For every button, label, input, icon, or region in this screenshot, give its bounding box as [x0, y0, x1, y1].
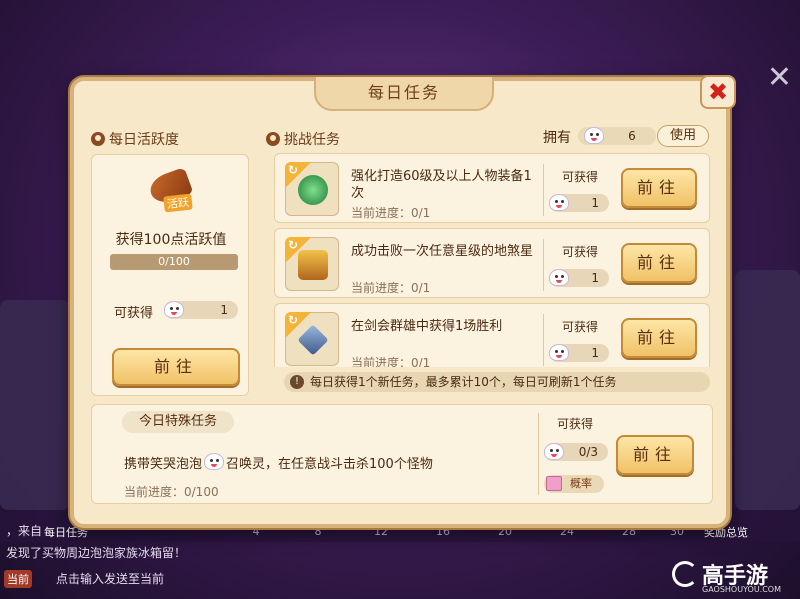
ghost-token-icon — [547, 268, 571, 288]
activity-heading-label: 每日活跃度 — [109, 132, 179, 148]
task-divider — [543, 164, 544, 216]
refresh-icon[interactable]: ↻ — [288, 163, 298, 177]
activity-box: 活跃 获得100点活跃值 0/100 可获得 1 前往 — [91, 154, 249, 396]
chance-badge: 概率 — [544, 475, 604, 493]
special-desc-after: 召唤灵，在任意战斗击杀100个怪物 — [226, 456, 433, 472]
panel-title: 每日任务 — [314, 77, 494, 111]
special-task-box: 今日特殊任务 携带笑哭泡泡 召唤灵，在任意战斗击杀100个怪物 当前进度：0/1… — [91, 404, 713, 504]
task-title: 在剑会群雄中获得1场胜利 — [351, 319, 503, 334]
use-button[interactable]: 使用 — [657, 125, 709, 147]
ghost-token-icon — [582, 126, 606, 146]
horn-icon: 活跃 — [142, 167, 198, 213]
ghost-token-icon — [547, 343, 571, 363]
task-go-button[interactable]: 前往 — [621, 243, 697, 283]
chat-channel-tag[interactable]: 当前 — [4, 570, 32, 588]
chat-line: 发现了买物周边泡泡家族冰箱留！ — [6, 546, 187, 560]
activity-reward-label: 可获得 — [114, 306, 154, 321]
task-reward-count: 1 — [591, 196, 599, 210]
task-reward-label: 可获得 — [562, 170, 599, 184]
task-reward-count: 1 — [591, 346, 599, 360]
challenge-task-list[interactable]: ↻ 强化打造60级及以上人物装备1次 当前进度：0/1 可获得 1 前往 ↻ 成… — [274, 153, 710, 367]
swirl-icon — [266, 132, 280, 146]
info-icon: ! — [290, 375, 304, 389]
activity-progress-text: 0/100 — [158, 255, 190, 268]
chat-input[interactable]: 点击输入发送至当前 — [56, 570, 164, 587]
g-logo-icon — [672, 561, 698, 587]
background-tower-left — [0, 300, 70, 510]
task-row: ↻ 强化打造60级及以上人物装备1次 当前进度：0/1 可获得 1 前往 — [274, 153, 710, 223]
green-jade-icon — [298, 175, 328, 205]
task-notice: ! 每日获得1个新任务，最多累计10个，每日可刷新1个任务 — [284, 372, 710, 392]
task-reward-label: 可获得 — [562, 320, 599, 334]
refresh-icon[interactable]: ↻ — [288, 238, 298, 252]
ghost-token-icon — [162, 300, 186, 320]
activity-goal: 获得100点活跃值 — [115, 232, 227, 248]
activity-go-button[interactable]: 前往 — [112, 348, 240, 386]
gift-icon — [546, 476, 562, 491]
owned-count: 6 — [628, 129, 636, 143]
task-reward-label: 可获得 — [562, 245, 599, 259]
background-sparkle-icon: ✕ — [766, 60, 792, 95]
daily-task-panel: 每日任务 ✖ 每日活跃度 活跃 获得100点活跃值 0/100 可获得 1 前往… — [70, 75, 736, 528]
activity-icon-tag: 活跃 — [163, 193, 193, 213]
task-icon-frame: ↻ — [285, 162, 339, 216]
special-task-description: 携带笑哭泡泡 召唤灵，在任意战斗击杀100个怪物 — [124, 452, 433, 472]
owned-label: 拥有 — [543, 130, 571, 146]
background-tower-right — [735, 270, 800, 510]
special-reward-label: 可获得 — [557, 417, 594, 431]
task-title: 强化打造60级及以上人物装备1次 — [351, 169, 532, 201]
activity-reward-count: 1 — [220, 303, 228, 317]
close-button[interactable]: ✖ — [700, 75, 736, 109]
ghost-token-icon — [547, 193, 571, 213]
activity-heading: 每日活跃度 — [91, 129, 179, 149]
special-divider — [538, 413, 539, 495]
activity-progress-bar: 0/100 — [110, 254, 238, 270]
task-title: 成功击败一次任意星级的地煞星 — [351, 244, 534, 259]
challenge-heading-label: 挑战任务 — [284, 132, 340, 148]
task-reward-count: 1 — [591, 271, 599, 285]
treasure-chest-icon — [298, 250, 328, 280]
watermark-site: GAOSHOUYOU.COM — [702, 585, 782, 594]
swirl-icon — [91, 132, 105, 146]
task-progress: 当前进度：0/1 — [351, 281, 431, 295]
task-notice-text: 每日获得1个新任务，最多累计10个，每日可刷新1个任务 — [310, 375, 617, 389]
task-progress: 当前进度：0/1 — [351, 356, 431, 367]
refresh-icon[interactable]: ↻ — [288, 313, 298, 327]
chance-label: 概率 — [570, 477, 592, 490]
special-reward-count: 0/3 — [578, 445, 598, 459]
task-progress: 当前进度：0/1 — [351, 206, 431, 220]
special-task-progress: 当前进度：0/100 — [124, 485, 219, 499]
task-divider — [543, 239, 544, 291]
special-go-button[interactable]: 前往 — [616, 435, 694, 475]
task-icon-frame: ↻ — [285, 237, 339, 291]
task-row: ↻ 在剑会群雄中获得1场胜利 当前进度：0/1 可获得 1 前往 — [274, 303, 710, 367]
task-row: ↻ 成功击败一次任意星级的地煞星 当前进度：0/1 可获得 1 前往 — [274, 228, 710, 298]
special-desc-before: 携带笑哭泡泡 — [124, 456, 203, 472]
challenge-heading: 挑战任务 — [266, 129, 340, 149]
task-divider — [543, 314, 544, 366]
ghost-token-icon — [542, 442, 566, 462]
task-icon-frame: ↻ — [285, 312, 339, 366]
task-go-button[interactable]: 前往 — [621, 318, 697, 358]
task-go-button[interactable]: 前往 — [621, 168, 697, 208]
laugh-cry-bubble-icon — [202, 452, 226, 472]
chat-line: ，来自 — [6, 524, 43, 538]
special-task-tab: 今日特殊任务 — [122, 411, 234, 433]
